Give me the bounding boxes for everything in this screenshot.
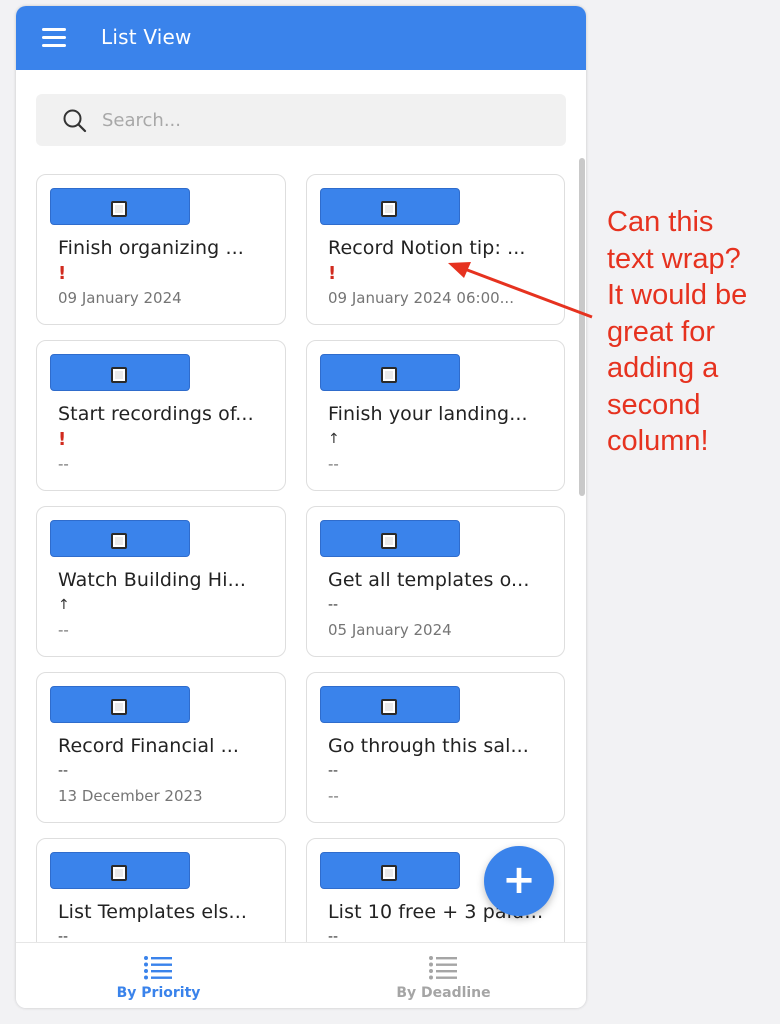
card-title: Get all templates o... [328, 569, 530, 591]
plus-icon: + [502, 857, 536, 903]
list-icon [429, 956, 457, 980]
annotation-line: text wrap? [607, 242, 741, 275]
status-badge[interactable] [320, 354, 460, 391]
priority-indicator: -- [58, 763, 69, 779]
add-button[interactable]: + [484, 846, 554, 916]
checkbox-icon[interactable] [381, 699, 397, 715]
card-date: -- [328, 787, 339, 805]
priority-indicator: ! [328, 263, 337, 284]
card-title: Record Financial ... [58, 735, 240, 757]
checkbox-icon[interactable] [111, 201, 127, 217]
card[interactable]: Record Financial ... -- 13 December 2023 [36, 672, 286, 823]
annotation-line: column! [607, 425, 709, 457]
list-icon [144, 956, 172, 980]
bottom-nav: By Priority By Deadline [16, 942, 586, 1008]
tab-label: By Priority [116, 985, 201, 1001]
priority-indicator: ! [58, 263, 67, 284]
search-bar [36, 94, 566, 146]
search-input[interactable] [102, 104, 542, 136]
card-title: Start recordings of... [58, 403, 254, 425]
checkbox-icon[interactable] [381, 367, 397, 383]
priority-indicator: -- [328, 763, 339, 779]
card-date: -- [58, 455, 69, 473]
card-title: Finish your landing... [328, 403, 528, 425]
status-badge[interactable] [320, 852, 460, 889]
annotation-note: Can this text wrap? It would be great fo… [607, 204, 777, 460]
page-title: List View [101, 25, 192, 49]
checkbox-icon[interactable] [111, 699, 127, 715]
annotation-line: adding a [607, 352, 719, 384]
search-icon [63, 109, 87, 133]
tab-by-deadline[interactable]: By Deadline [301, 943, 586, 1008]
card-date: 09 January 2024 [58, 289, 182, 307]
scrollbar[interactable] [579, 158, 585, 496]
card-title: List Templates els... [58, 901, 247, 923]
phone-frame: List View Finish organizing ... ! 09 Jan… [16, 6, 586, 1008]
checkbox-icon[interactable] [381, 201, 397, 217]
priority-indicator: ↑ [58, 597, 70, 613]
card-date: 05 January 2024 [328, 621, 452, 639]
status-badge[interactable] [50, 520, 190, 557]
checkbox-icon[interactable] [381, 533, 397, 549]
status-badge[interactable] [320, 520, 460, 557]
priority-indicator: ↑ [328, 431, 340, 447]
checkbox-icon[interactable] [111, 865, 127, 881]
card-date: -- [58, 621, 69, 639]
menu-icon[interactable] [42, 28, 68, 48]
card[interactable]: Watch Building Hi... ↑ -- [36, 506, 286, 657]
annotation-line: great for [607, 315, 715, 348]
card-date: -- [328, 455, 339, 473]
status-badge[interactable] [50, 686, 190, 723]
checkbox-icon[interactable] [111, 367, 127, 383]
card-title: Go through this sal... [328, 735, 529, 757]
annotation-arrow-icon [448, 262, 593, 319]
checkbox-icon[interactable] [381, 865, 397, 881]
priority-indicator: -- [328, 597, 339, 613]
card[interactable]: Get all templates o... -- 05 January 202… [306, 506, 565, 657]
status-badge[interactable] [50, 188, 190, 225]
checkbox-icon[interactable] [111, 533, 127, 549]
status-badge[interactable] [50, 852, 190, 889]
card[interactable]: Go through this sal... -- -- [306, 672, 565, 823]
status-badge[interactable] [320, 686, 460, 723]
status-badge[interactable] [320, 188, 460, 225]
card-date: 13 December 2023 [58, 787, 203, 805]
annotation-line: Can this [607, 206, 714, 238]
app-bar: List View [16, 6, 586, 70]
card[interactable]: Start recordings of... ! -- [36, 340, 286, 491]
card-title: Finish organizing ... [58, 237, 244, 259]
card[interactable]: Finish your landing... ↑ -- [306, 340, 565, 491]
tab-by-priority[interactable]: By Priority [16, 943, 301, 1008]
card[interactable]: Finish organizing ... ! 09 January 2024 [36, 174, 286, 325]
status-badge[interactable] [50, 354, 190, 391]
priority-indicator: ! [58, 429, 67, 450]
annotation-line: second [607, 388, 701, 421]
card-title: Watch Building Hi... [58, 569, 246, 591]
annotation-line: It would be [607, 279, 748, 311]
tab-label: By Deadline [396, 985, 491, 1001]
